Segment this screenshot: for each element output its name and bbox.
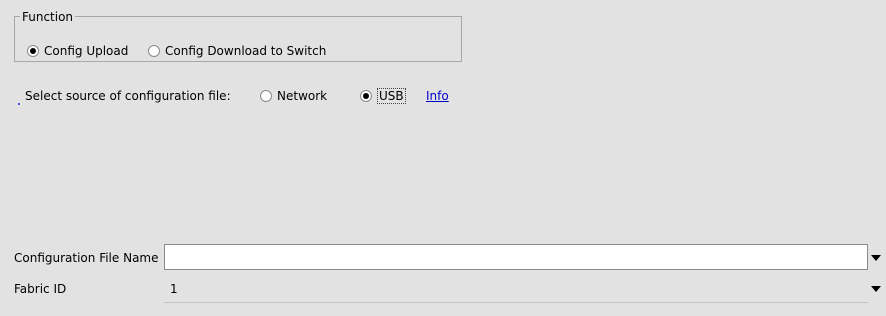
info-link[interactable]: Info [426, 89, 449, 103]
info-link-text[interactable]: Info [426, 89, 449, 103]
config-download-radio[interactable]: Config Download to Switch [148, 44, 326, 58]
fabric-id-underline [164, 302, 868, 303]
network-label: Network [277, 89, 328, 103]
fabric-id-label: Fabric ID [14, 282, 67, 296]
chevron-down-icon[interactable] [871, 286, 881, 292]
function-group-legend: Function [20, 10, 76, 24]
network-radio[interactable]: Network [260, 89, 327, 103]
focus-dot [18, 103, 20, 105]
chevron-down-icon[interactable] [871, 255, 881, 261]
config-file-name-label: Configuration File Name [14, 251, 159, 265]
radio-checked-icon [360, 90, 372, 102]
radio-unchecked-icon [260, 90, 272, 102]
config-download-label: Config Download to Switch [165, 44, 327, 58]
usb-label: USB [377, 88, 406, 104]
fabric-id-select[interactable]: 1 [170, 282, 178, 296]
source-prompt-label: Select source of configuration file: [25, 89, 231, 103]
usb-radio[interactable]: USB [360, 88, 406, 104]
radio-checked-icon [27, 45, 39, 57]
source-prompt: Select source of configuration file: [25, 89, 231, 103]
config-upload-radio[interactable]: Config Upload [27, 44, 128, 58]
config-upload-label: Config Upload [44, 44, 129, 58]
radio-unchecked-icon [148, 45, 160, 57]
config-file-name-field[interactable] [164, 244, 868, 270]
